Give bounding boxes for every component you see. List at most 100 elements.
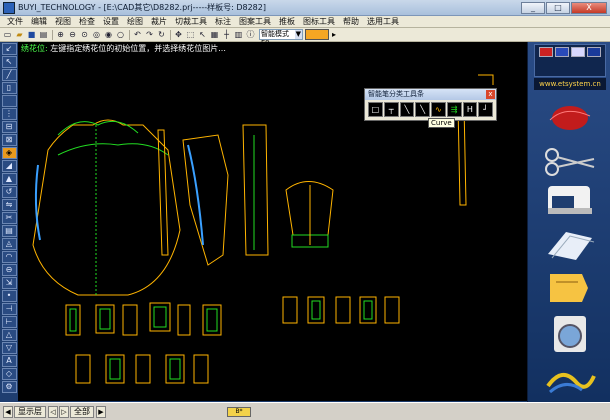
zoom-fit-icon[interactable]: ◎ [91, 29, 102, 40]
menu-file[interactable]: 文件 [3, 16, 27, 27]
triangle-icon[interactable]: △ [1, 329, 17, 341]
fabric-icon[interactable] [542, 224, 598, 264]
all-label[interactable]: 全部 [70, 405, 94, 418]
blank-tool-icon[interactable] [1, 95, 17, 107]
embroidery-icon[interactable]: ◈ [1, 147, 17, 159]
menu-icon-tools[interactable]: 图标工具 [299, 16, 339, 27]
menu-pieces[interactable]: 裁片 [147, 16, 171, 27]
flag-icon[interactable] [571, 47, 585, 57]
dart-icon[interactable]: ⋮ [1, 108, 17, 120]
scissors-icon[interactable] [542, 142, 598, 182]
undo-icon[interactable]: ↶ [132, 29, 143, 40]
new-file-icon[interactable]: ▭ [2, 29, 13, 40]
line-color-swatch[interactable] [305, 29, 329, 40]
menu-help[interactable]: 帮助 [339, 16, 363, 27]
text-icon[interactable]: A [1, 355, 17, 367]
menu-grading[interactable]: 推板 [275, 16, 299, 27]
line-icon[interactable]: ╱ [1, 69, 17, 81]
menu-settings[interactable]: 设置 [99, 16, 123, 27]
color-swatch[interactable]: B* [227, 406, 251, 417]
open-folder-icon[interactable]: ▰ [14, 29, 25, 40]
pattern-small-piece [122, 304, 138, 336]
split-icon[interactable]: ⊣ [1, 303, 17, 315]
mode-select[interactable]: 智能模式F8 ▼ [259, 29, 303, 47]
rect-tool-icon[interactable]: □ [368, 102, 383, 117]
pleat-icon[interactable]: ▲ [1, 173, 17, 185]
menu-annotate[interactable]: 标注 [211, 16, 235, 27]
ruler-icon[interactable]: ◇ [1, 368, 17, 380]
refresh-icon[interactable]: ↻ [156, 29, 167, 40]
buttonhole-icon[interactable]: ⊖ [1, 264, 17, 276]
mirror-icon[interactable]: ⇋ [1, 199, 17, 211]
layer-label[interactable]: 显示层 [14, 405, 46, 418]
arc-icon[interactable]: ◠ [1, 251, 17, 263]
diagonal-line-icon[interactable]: ╲ [399, 102, 415, 117]
seam-icon[interactable]: ⊟ [1, 121, 17, 133]
pointer-icon[interactable]: ↖ [197, 29, 208, 40]
zoom-window-icon[interactable]: ⊙ [79, 29, 90, 40]
nav-prev-icon[interactable]: ◁ [48, 405, 58, 418]
pattern-icon[interactable] [542, 268, 598, 308]
line-tool-icon[interactable]: ╲ [415, 102, 430, 117]
minimize-button[interactable]: _ [521, 1, 545, 14]
notch-icon[interactable]: ⊠ [1, 134, 17, 146]
fold-icon[interactable]: ◢ [1, 160, 17, 172]
zoom-all-icon[interactable]: ○ [115, 29, 126, 40]
h-tool-icon[interactable]: H [462, 102, 478, 117]
zoom-prev-icon[interactable]: ◉ [103, 29, 114, 40]
print-icon[interactable]: ▤ [38, 29, 49, 40]
nav-next-icon[interactable]: ▷ [59, 405, 69, 418]
table-icon[interactable]: ▤ [1, 225, 17, 237]
info-icon[interactable]: ⓘ [245, 29, 256, 40]
flag-icon[interactable] [587, 47, 601, 57]
flag-icon[interactable] [555, 47, 569, 57]
corner-tool-icon[interactable]: ┘ [478, 102, 493, 117]
zoom-in-icon[interactable]: ⊕ [55, 29, 66, 40]
join-icon[interactable]: ⊢ [1, 316, 17, 328]
maximize-button[interactable]: □ [546, 1, 570, 14]
cut-icon[interactable]: ✂ [1, 212, 17, 224]
flag-icon[interactable] [539, 47, 553, 57]
washing-machine-icon[interactable] [542, 314, 598, 354]
select-icon[interactable]: ⬚ [185, 29, 196, 40]
close-button[interactable]: X [571, 1, 607, 14]
layer-icon[interactable]: ▥ [233, 29, 244, 40]
hint-label: 绣花位: [21, 44, 48, 53]
adjust-icon[interactable]: ↖ [1, 56, 17, 68]
grid-icon[interactable]: ▦ [209, 29, 220, 40]
compass-icon[interactable]: ◬ [1, 238, 17, 250]
nav-last-icon[interactable]: ▶ [96, 405, 106, 418]
parallel-tool-icon[interactable]: ⇶ [446, 102, 462, 117]
save-icon[interactable]: ■ [26, 29, 37, 40]
nav-first-icon[interactable]: ◀ [3, 405, 13, 418]
perpendicular-tool-icon[interactable]: ┬ [383, 102, 399, 117]
smart-pen-icon[interactable]: ↙ [1, 43, 17, 55]
zoom-out-icon[interactable]: ⊖ [67, 29, 78, 40]
measure-tool-icon[interactable]: ▽ [1, 342, 17, 354]
toolbar-separator [129, 29, 130, 40]
menu-select-tools[interactable]: 选用工具 [363, 16, 403, 27]
palette-title[interactable]: 智能笔分类工具条 x [365, 89, 496, 100]
grading-icon[interactable]: ⇲ [1, 277, 17, 289]
chevron-down-icon[interactable]: ▼ [294, 30, 302, 39]
logo-icon[interactable] [542, 360, 598, 400]
redo-icon[interactable]: ↷ [144, 29, 155, 40]
menu-check[interactable]: 检查 [75, 16, 99, 27]
menu-cut-tools[interactable]: 切裁工具 [171, 16, 211, 27]
point-icon[interactable]: • [1, 290, 17, 302]
sewing-thread-icon[interactable] [542, 98, 598, 138]
menu-pattern-tools[interactable]: 图案工具 [235, 16, 275, 27]
close-icon[interactable]: x [486, 90, 495, 99]
chevron-right-icon[interactable]: ▸ [332, 30, 336, 39]
rotate-icon[interactable]: ↺ [1, 186, 17, 198]
rectangle-icon[interactable]: ▯ [1, 82, 17, 94]
menu-draw[interactable]: 绘图 [123, 16, 147, 27]
measure-icon[interactable]: ┼ [221, 29, 232, 40]
window-titlebar: BUYI_TECHNOLOGY - [E:\CAD其它\D8282.prj---… [0, 0, 610, 16]
curve-tool-icon[interactable]: ∿ [431, 102, 446, 117]
sewing-machine-icon[interactable] [542, 178, 598, 218]
move-icon[interactable]: ✥ [173, 29, 184, 40]
settings-icon[interactable]: ⚙ [1, 381, 17, 393]
menu-view[interactable]: 视图 [51, 16, 75, 27]
menu-edit[interactable]: 编辑 [27, 16, 51, 27]
